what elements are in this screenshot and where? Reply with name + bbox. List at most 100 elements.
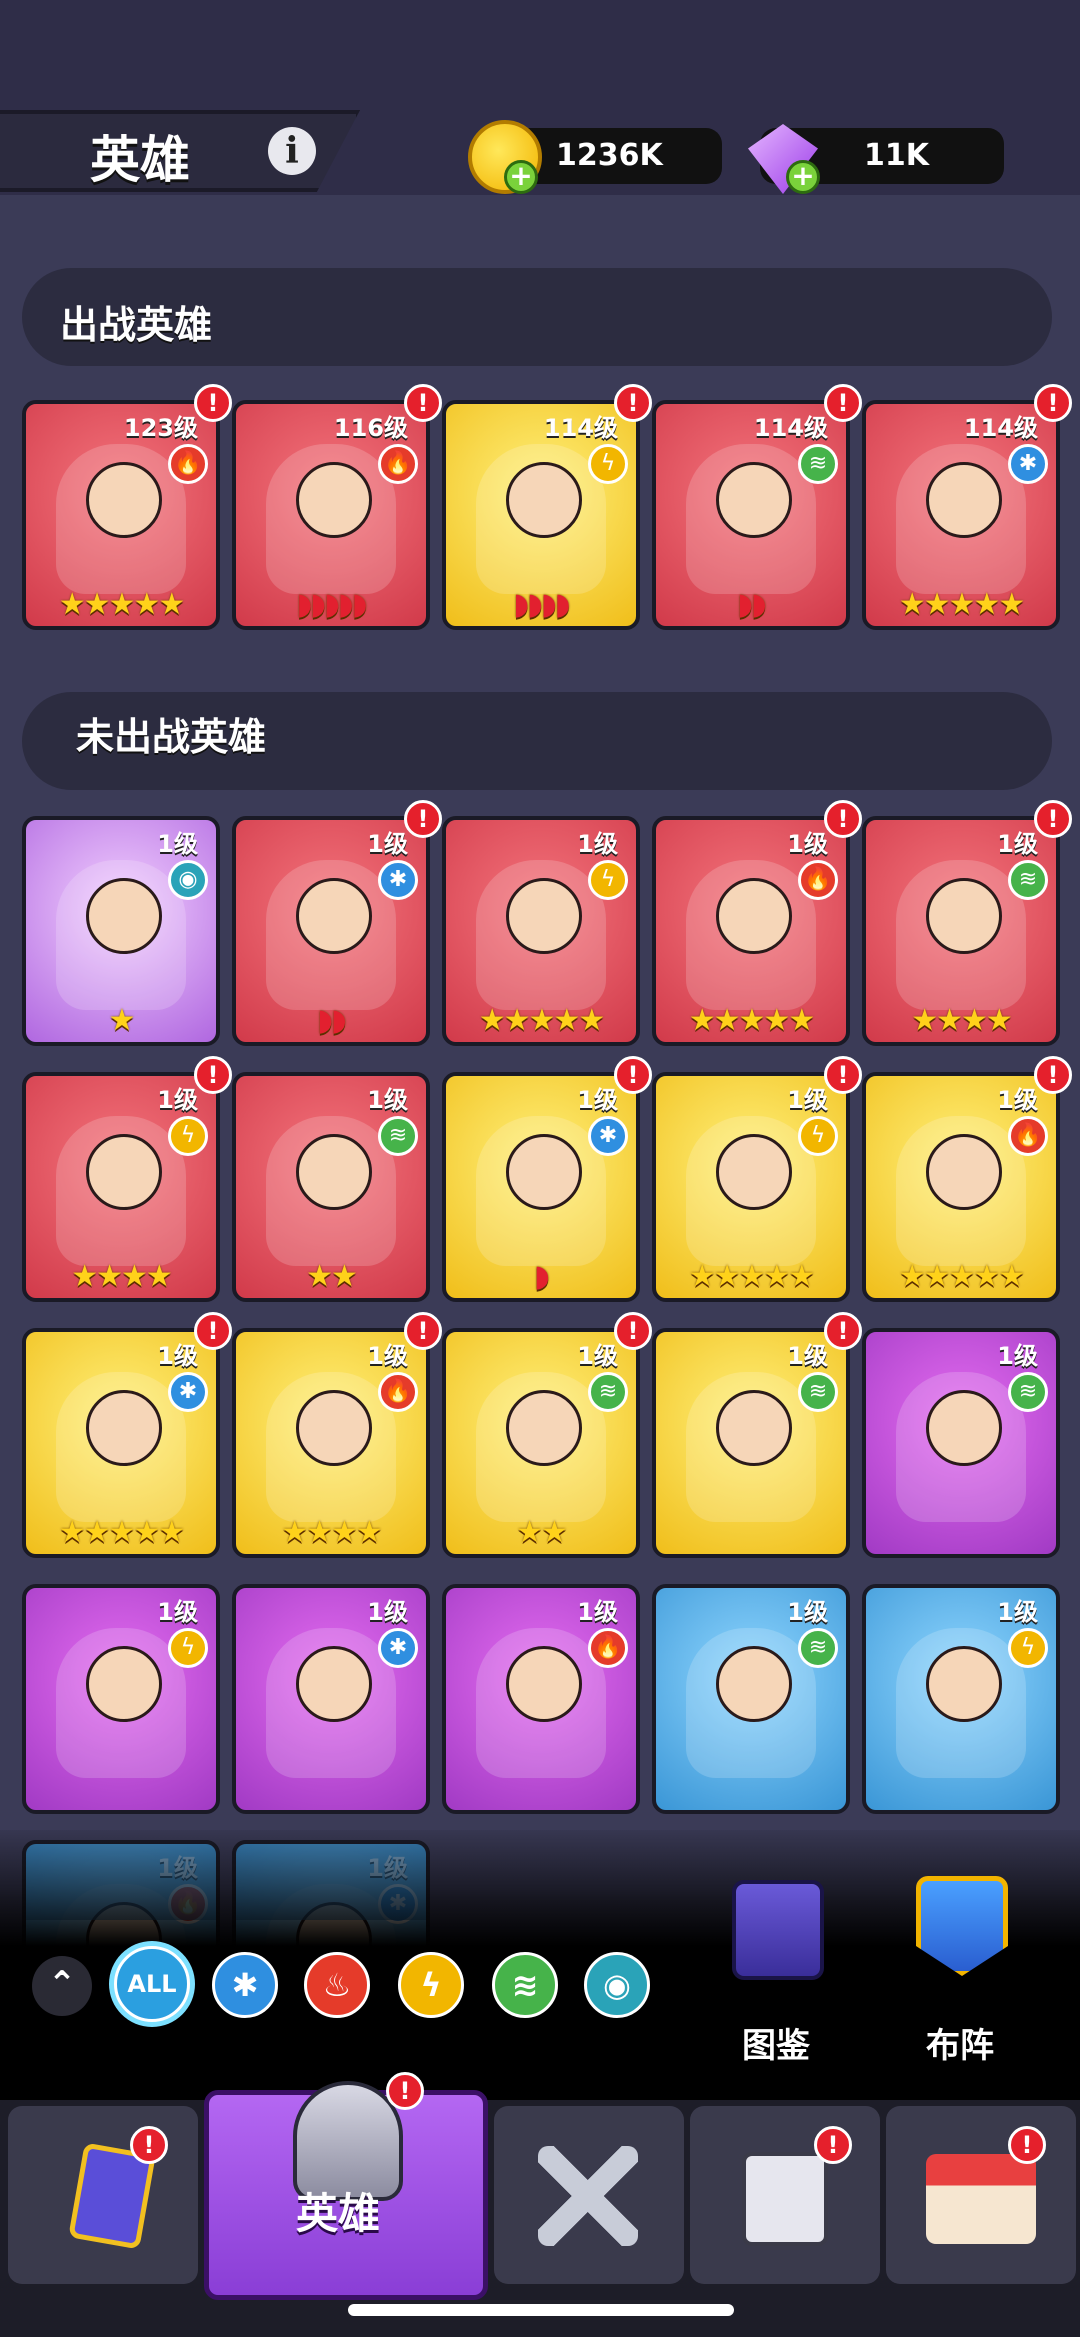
hero-portrait xyxy=(896,1372,1026,1522)
info-icon[interactable]: i xyxy=(268,127,316,175)
hero-portrait xyxy=(476,860,606,1010)
hero-card[interactable]: 1级 ≋ xyxy=(862,1328,1060,1558)
hero-portrait xyxy=(476,444,606,594)
hero-alert-badge: ! xyxy=(194,1312,232,1350)
filter-bolt-icon[interactable]: ϟ xyxy=(398,1952,464,2018)
hero-level: 114级 xyxy=(543,414,618,442)
eye-element-icon: ◉ xyxy=(168,860,208,900)
hero-level: 1级 xyxy=(367,1598,408,1626)
hero-card[interactable]: 1级 ≋ xyxy=(652,1584,850,1814)
hero-rank-stars: ◗ xyxy=(534,1259,550,1294)
hero-card[interactable]: 1级 ϟ ★★★★★ xyxy=(442,816,640,1046)
crossed-swords-icon xyxy=(538,2146,638,2246)
hero-card[interactable]: 1级✱ xyxy=(232,1584,430,1814)
filter-snowflake-icon[interactable]: ✱ xyxy=(212,1952,278,2018)
active-section-title: 出战英雄 xyxy=(60,303,213,347)
hero-rank-stars: ◗◗◗◗ xyxy=(513,587,570,622)
castle-icon xyxy=(742,2152,828,2246)
hero-alert-badge: ! xyxy=(614,1056,652,1094)
filter-tornado-icon[interactable]: ≋ xyxy=(492,1952,558,2018)
hero-card[interactable]: 1级 ✱ ◗◗ xyxy=(232,816,430,1046)
filter-eye-icon[interactable]: ◉ xyxy=(584,1952,650,2018)
nav-shop-alert-badge: ! xyxy=(1008,2126,1046,2164)
star-element-icon: ✱ xyxy=(378,1628,418,1668)
add-gold-button[interactable]: + xyxy=(504,160,538,194)
nav-tab-castle[interactable] xyxy=(690,2106,880,2284)
star-element-icon: ✱ xyxy=(588,1116,628,1156)
nav-tab-cards[interactable] xyxy=(8,2106,198,2284)
hero-card[interactable]: 114级 ϟ ◗◗◗◗ xyxy=(442,400,640,630)
hero-card[interactable]: 1级 ◉ ★ xyxy=(22,816,220,1046)
page-title: 英雄 xyxy=(90,131,190,189)
hero-level: 1级 xyxy=(577,830,618,858)
hero-level: 114级 xyxy=(963,414,1038,442)
filter-fire-icon[interactable]: ♨ xyxy=(304,1952,370,2018)
hero-level: 1级 xyxy=(997,1086,1038,1114)
add-gem-button[interactable]: + xyxy=(786,160,820,194)
hero-alert-badge: ! xyxy=(1034,384,1072,422)
wind-element-icon: ≋ xyxy=(798,1372,838,1412)
wind-element-icon: ≋ xyxy=(378,1116,418,1156)
hero-level: 1级 xyxy=(787,830,828,858)
hero-level: 1级 xyxy=(157,1598,198,1626)
hero-card[interactable]: 1级 🔥 ★★★★ xyxy=(232,1328,430,1558)
hero-portrait xyxy=(266,860,396,1010)
hero-card[interactable]: 1级 ≋ ★★★★ xyxy=(862,816,1060,1046)
hero-rank-stars: ★★★★ xyxy=(911,1003,1013,1038)
filter-all-button[interactable]: ALL xyxy=(114,1946,190,2022)
hero-rank-stars: ◗◗ xyxy=(737,587,767,622)
hero-portrait xyxy=(686,444,816,594)
codex-book-icon[interactable] xyxy=(732,1880,824,1980)
hero-card[interactable]: 1级 ϟ ★★★★★ xyxy=(652,1072,850,1302)
hero-card[interactable]: 114级 ≋ ◗◗ xyxy=(652,400,850,630)
formation-button-label[interactable]: 布阵 xyxy=(926,2018,994,2067)
hero-portrait xyxy=(896,1628,1026,1778)
hero-portrait xyxy=(266,1116,396,1266)
hero-card[interactable]: 1级 ≋ xyxy=(652,1328,850,1558)
hero-card[interactable]: 1级🔥 xyxy=(442,1584,640,1814)
hero-card[interactable]: 1级 🔥 ★★★★★ xyxy=(652,816,850,1046)
hero-alert-badge: ! xyxy=(1034,1056,1072,1094)
collapse-chevron-icon[interactable]: ⌃ xyxy=(32,1956,92,2016)
hero-card[interactable]: 116级 🔥 ◗◗◗◗◗ xyxy=(232,400,430,630)
fire-element-icon: 🔥 xyxy=(798,860,838,900)
hero-card[interactable]: 1级 ✱ ★★★★★ xyxy=(22,1328,220,1558)
hero-portrait xyxy=(896,444,1026,594)
hero-portrait xyxy=(686,1116,816,1266)
hero-card[interactable]: 123级 🔥 ★★★★★ xyxy=(22,400,220,630)
hero-alert-badge: ! xyxy=(404,384,442,422)
nav-tab-shop[interactable] xyxy=(886,2106,1076,2284)
hero-portrait xyxy=(56,444,186,594)
hero-level: 1级 xyxy=(997,1598,1038,1626)
hero-card[interactable]: 1级 ✱ ◗ xyxy=(442,1072,640,1302)
hero-alert-badge: ! xyxy=(404,800,442,838)
nav-tab-battle[interactable] xyxy=(494,2106,684,2284)
hero-card[interactable]: 1级 ϟ xyxy=(22,1584,220,1814)
hero-portrait xyxy=(56,1116,186,1266)
hero-alert-badge: ! xyxy=(194,1056,232,1094)
hero-card[interactable]: 1级 🔥 ★★★★★ xyxy=(862,1072,1060,1302)
star-element-icon: ✱ xyxy=(168,1372,208,1412)
hero-rank-stars: ★★★★★ xyxy=(898,1259,1025,1294)
hero-rank-stars: ★★★★★ xyxy=(688,1259,815,1294)
hero-portrait xyxy=(56,1628,186,1778)
hero-card[interactable]: 1级 ϟ xyxy=(862,1584,1060,1814)
hero-rank-stars: ★★★★ xyxy=(281,1515,383,1550)
hero-level: 123级 xyxy=(123,414,198,442)
fire-element-icon: 🔥 xyxy=(168,444,208,484)
hero-alert-badge: ! xyxy=(614,1312,652,1350)
gold-amount: 1236K xyxy=(556,138,663,173)
hero-portrait xyxy=(266,1372,396,1522)
hero-alert-badge: ! xyxy=(824,1312,862,1350)
hero-card[interactable]: 1级 ≋ ★★ xyxy=(442,1328,640,1558)
hero-card[interactable]: 1级 ≋ ★★ xyxy=(232,1072,430,1302)
star-element-icon: ✱ xyxy=(378,860,418,900)
hero-level: 1级 xyxy=(577,1086,618,1114)
hero-level: 1级 xyxy=(157,1086,198,1114)
codex-button-label[interactable]: 图鉴 xyxy=(742,2018,810,2067)
fire-element-icon: 🔥 xyxy=(1008,1116,1048,1156)
hero-card[interactable]: 1级 ϟ ★★★★ xyxy=(22,1072,220,1302)
hero-level: 1级 xyxy=(577,1342,618,1370)
hero-card[interactable]: 114级 ✱ ★★★★★ xyxy=(862,400,1060,630)
hero-rank-stars: ★★★★★ xyxy=(898,587,1025,622)
